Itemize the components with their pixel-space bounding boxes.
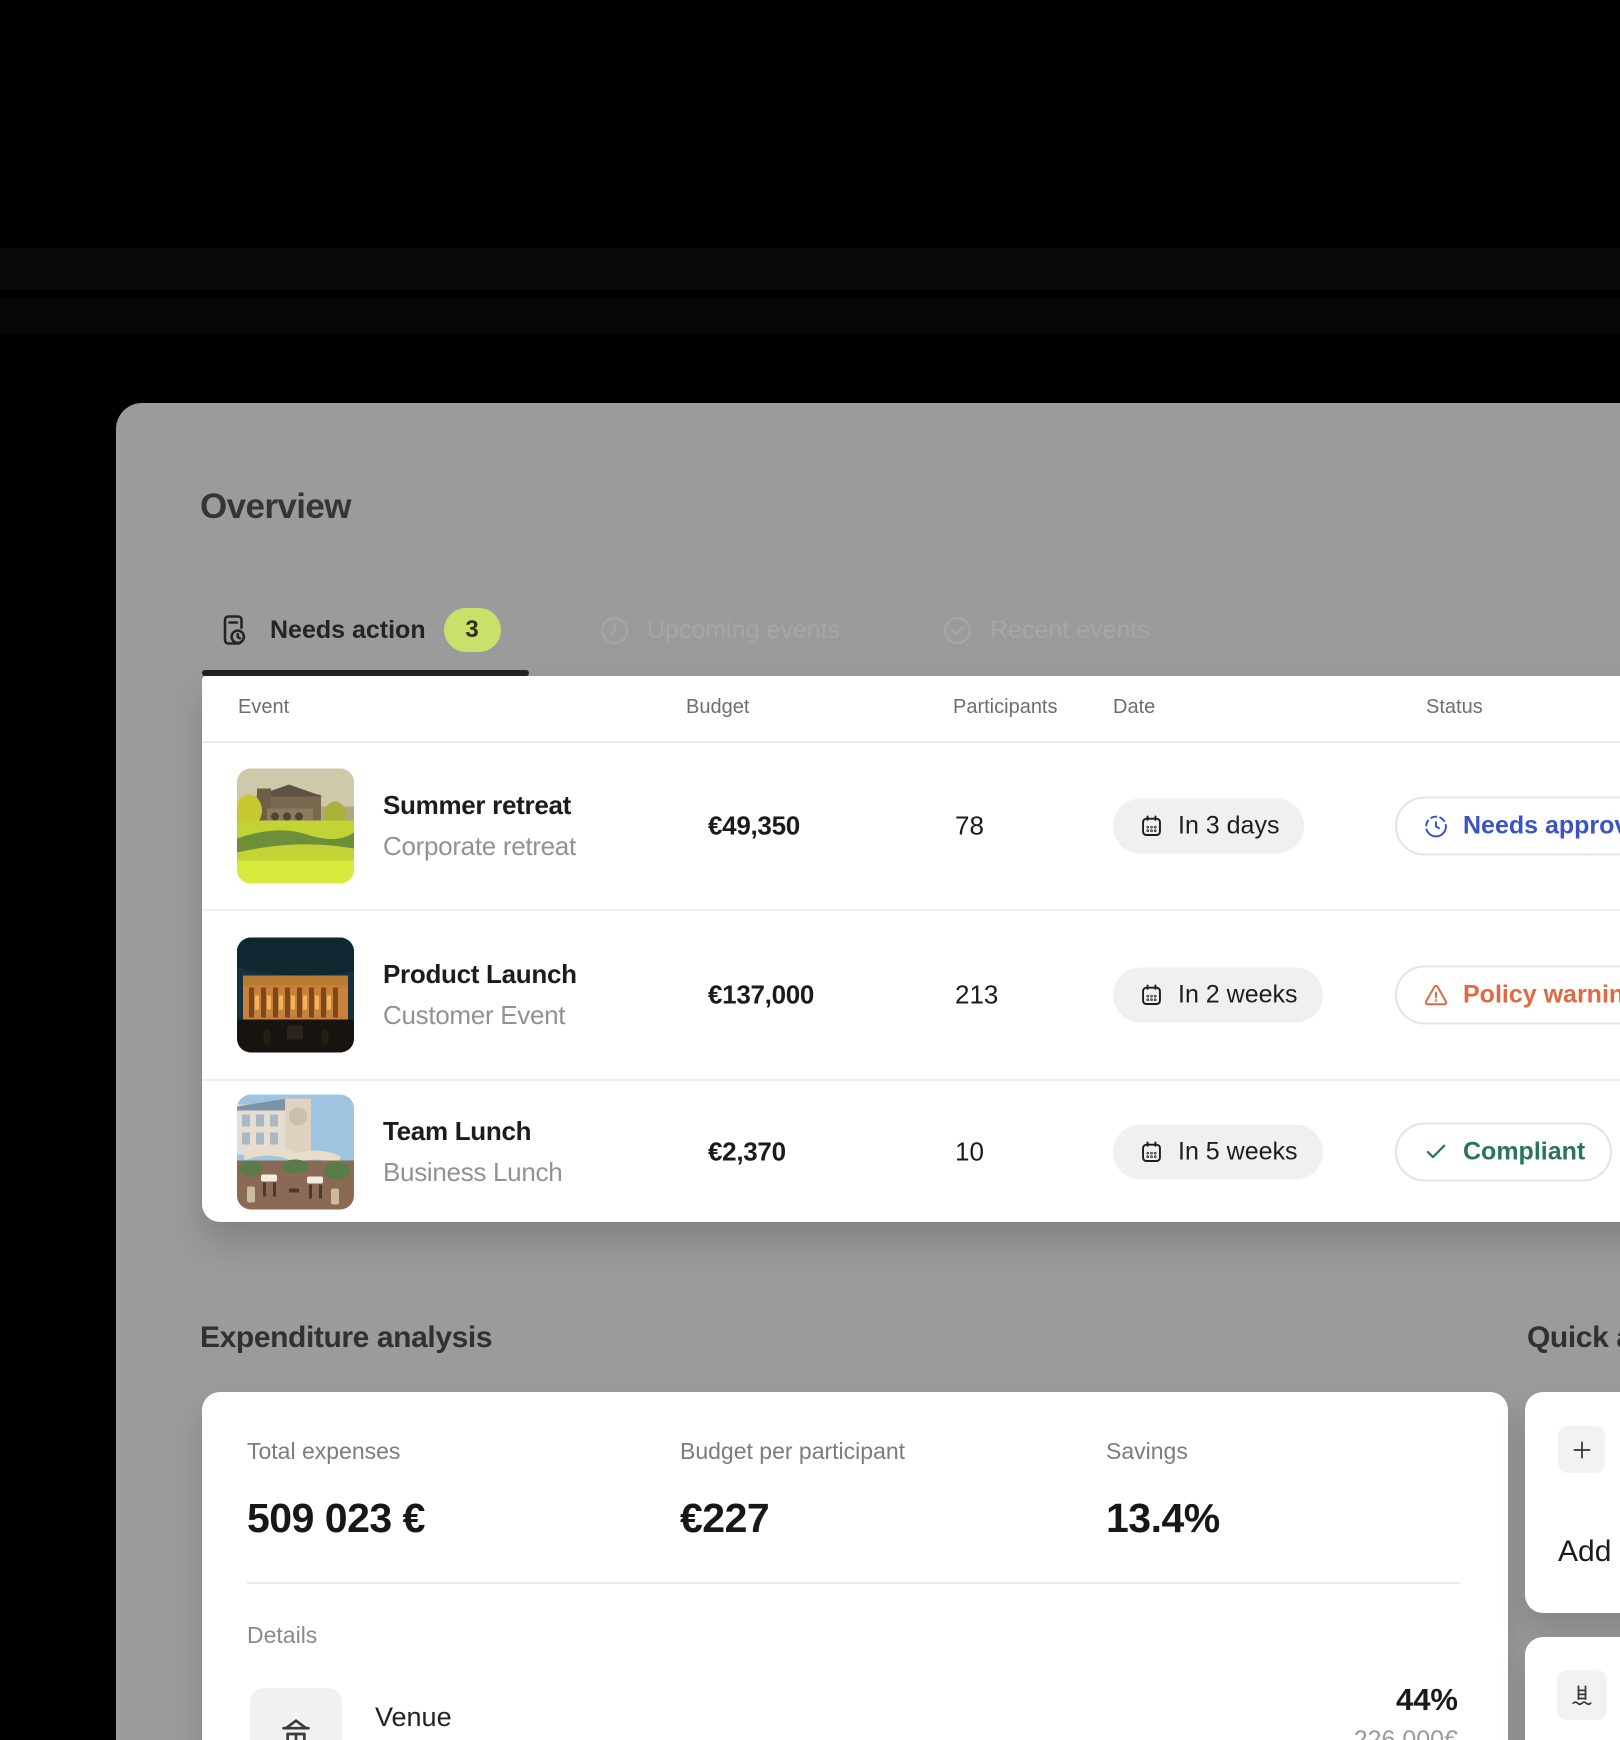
stat-total-expenses: Total expenses 509 023 € <box>247 1438 425 1542</box>
event-thumbnail <box>237 769 354 884</box>
background-ghost-row <box>0 298 1620 334</box>
event-category: Customer Event <box>383 1000 577 1031</box>
tab-label: Recent events <box>990 616 1150 645</box>
detail-item-amount: 226 000€ <box>1354 1726 1458 1740</box>
budget-value: €49,350 <box>708 811 800 842</box>
event-name-cell: Product Launch Customer Event <box>383 959 577 1031</box>
stat-value: €227 <box>680 1495 905 1542</box>
event-thumbnail <box>237 938 354 1053</box>
calendar-icon <box>1138 982 1165 1009</box>
stat-value: 13.4% <box>1106 1495 1220 1542</box>
stat-label: Savings <box>1106 1438 1220 1465</box>
date-chip: In 3 days <box>1113 799 1304 854</box>
budget-value: €137,000 <box>708 980 814 1011</box>
stat-savings: Savings 13.4% <box>1106 1438 1220 1542</box>
expenditure-heading: Expenditure analysis <box>200 1321 492 1355</box>
participants-value: 78 <box>955 811 984 842</box>
date-cell: In 3 days <box>1113 799 1304 854</box>
event-name-cell: Summer retreat Corporate retreat <box>383 790 576 862</box>
status-label: Compliant <box>1463 1137 1585 1166</box>
quick-action-label: Add event <box>1558 1535 1620 1569</box>
table-header: Event Budget Participants Date Status <box>202 676 1620 743</box>
column-header-budget: Budget <box>686 696 749 719</box>
needs-action-count-badge: 3 <box>444 608 501 652</box>
status-badge: Policy warning <box>1395 966 1620 1025</box>
clock-pending-icon <box>1422 812 1450 840</box>
status-cell: Policy warning <box>1395 966 1620 1025</box>
status-cell: Compliant <box>1395 1122 1612 1181</box>
column-header-participants: Participants <box>953 696 1058 719</box>
date-chip: In 2 weeks <box>1113 968 1323 1023</box>
divider <box>247 1582 1460 1584</box>
column-header-event: Event <box>238 696 289 719</box>
venue-building-icon <box>250 1688 342 1740</box>
status-badge: Compliant <box>1395 1122 1612 1181</box>
quick-actions-heading: Quick actions <box>1527 1321 1620 1355</box>
stat-label: Budget per participant <box>680 1438 905 1465</box>
plus-icon[interactable] <box>1558 1426 1605 1473</box>
event-thumbnail <box>237 1094 354 1209</box>
date-label: In 2 weeks <box>1178 981 1298 1010</box>
tab-label: Needs action <box>270 616 426 645</box>
status-cell: Needs approval <box>1395 797 1620 856</box>
stat-value: 509 023 € <box>247 1495 425 1542</box>
file-clock-icon <box>216 612 252 648</box>
tab-label: Upcoming events <box>647 616 840 645</box>
status-label: Policy warning <box>1463 981 1620 1010</box>
participants-value: 213 <box>955 980 998 1011</box>
status-label: Needs approval <box>1463 812 1620 841</box>
quick-action-card[interactable] <box>1525 1637 1620 1740</box>
warning-triangle-icon <box>1422 981 1450 1009</box>
background-ghost-row <box>0 248 1620 290</box>
tab-recent-events[interactable]: Recent events <box>941 606 1150 654</box>
quick-action-add-event-card[interactable]: Add event <box>1525 1392 1620 1613</box>
detail-item-label[interactable]: Venue <box>375 1702 452 1733</box>
tab-needs-action[interactable]: Needs action 3 <box>216 606 501 654</box>
calendar-icon <box>1138 813 1165 840</box>
check-circle-icon <box>941 614 974 647</box>
expenditure-card: Total expenses 509 023 € Budget per part… <box>202 1392 1508 1740</box>
budget-value: €2,370 <box>708 1136 786 1167</box>
event-category: Corporate retreat <box>383 831 576 862</box>
status-badge: Needs approval <box>1395 797 1620 856</box>
needs-action-table: Event Budget Participants Date Status Su… <box>202 676 1620 1222</box>
date-cell: In 2 weeks <box>1113 968 1323 1023</box>
event-name: Summer retreat <box>383 790 576 821</box>
stat-label: Total expenses <box>247 1438 425 1465</box>
tab-upcoming-events[interactable]: Upcoming events <box>598 606 840 654</box>
participants-value: 10 <box>955 1136 984 1167</box>
detail-item-values: 44% 226 000€ <box>1354 1682 1458 1740</box>
column-header-date: Date <box>1113 696 1155 719</box>
check-icon <box>1422 1138 1450 1166</box>
date-label: In 5 weeks <box>1178 1137 1298 1166</box>
date-label: In 3 days <box>1178 812 1279 841</box>
detail-item-percent: 44% <box>1354 1682 1458 1718</box>
date-chip: In 5 weeks <box>1113 1124 1323 1179</box>
column-header-status: Status <box>1426 696 1483 719</box>
table-row[interactable]: Product Launch Customer Event €137,000 2… <box>202 909 1620 1079</box>
app-window-dimmed: Overview Needs action 3 Upcomi <box>116 403 1620 1740</box>
date-cell: In 5 weeks <box>1113 1124 1323 1179</box>
event-name: Team Lunch <box>383 1116 562 1147</box>
page-title: Overview <box>200 487 351 527</box>
event-name-cell: Team Lunch Business Lunch <box>383 1116 562 1188</box>
event-name: Product Launch <box>383 959 577 990</box>
pool-ladder-icon[interactable] <box>1557 1670 1607 1720</box>
clock-icon <box>598 614 631 647</box>
details-heading: Details <box>247 1622 317 1649</box>
table-row[interactable]: Summer retreat Corporate retreat €49,350… <box>202 743 1620 909</box>
screen: Overview Needs action 3 Upcomi <box>0 0 1620 1740</box>
calendar-icon <box>1138 1138 1165 1165</box>
table-row[interactable]: Team Lunch Business Lunch €2,370 10 In 5… <box>202 1079 1620 1222</box>
stat-budget-per-participant: Budget per participant €227 <box>680 1438 905 1542</box>
event-category: Business Lunch <box>383 1157 562 1188</box>
